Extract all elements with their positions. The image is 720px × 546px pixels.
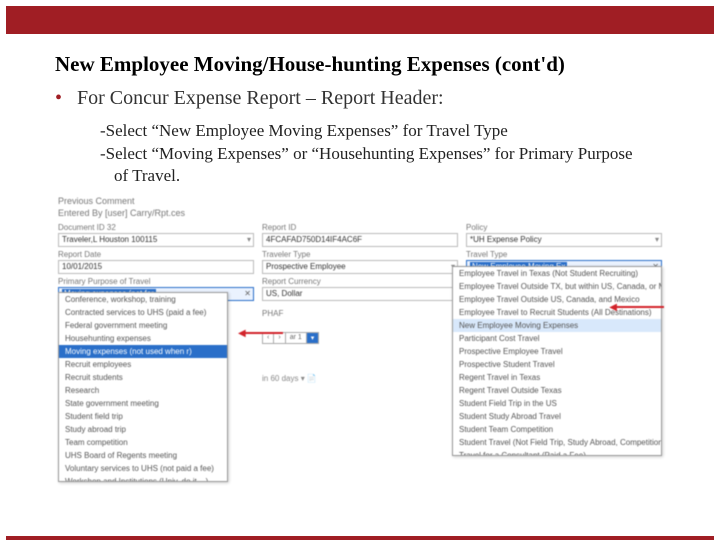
entered-by-label: Entered By [user] Carry/Rpt.ces (58, 208, 662, 218)
doc-id-label: Document ID 32 (58, 223, 254, 232)
purpose-option[interactable]: Househunting expenses (59, 332, 227, 345)
report-date-label: Report Date (58, 250, 254, 259)
phaf-text: PHAF (262, 309, 458, 318)
bullet-dot: • (55, 87, 62, 109)
header-bar (6, 6, 714, 34)
purpose-option[interactable]: Team competition (59, 436, 227, 449)
report-date-field[interactable]: 10/01/2015 (58, 260, 254, 274)
bullet-main: • For Concur Expense Report – Report Hea… (55, 87, 665, 110)
sub-line-2: -Select “Moving Expenses” or “Househunti… (100, 143, 640, 186)
report-currency-label: Report Currency (262, 277, 458, 286)
report-id-label: Report ID (262, 223, 458, 232)
purpose-option[interactable]: Federal government meeting (59, 319, 227, 332)
report-currency-field[interactable]: US, Dollar (262, 287, 458, 301)
purpose-option[interactable]: UHS Board of Regents meeting (59, 449, 227, 462)
travel-type-option[interactable]: Employee Travel Outside US, Canada, and … (453, 293, 661, 306)
purpose-option[interactable]: State government meeting (59, 397, 227, 410)
travel-type-option[interactable]: Employee Travel to Recruit Students (All… (453, 306, 661, 319)
traveler-type-label: Traveler Type (262, 250, 458, 259)
travel-type-option[interactable]: Regent Travel in Texas (453, 371, 661, 384)
purpose-option[interactable]: Conference, workshop, training (59, 293, 227, 306)
travel-type-option[interactable]: Regent Travel Outside Texas (453, 384, 661, 397)
travel-type-option[interactable]: Student Team Competition (453, 423, 661, 436)
purpose-option[interactable]: Recruit employees (59, 358, 227, 371)
purpose-option[interactable]: Study abroad trip (59, 423, 227, 436)
travel-type-label: Travel Type (466, 250, 662, 259)
traveler-type-field[interactable]: Prospective Employee▾ (262, 260, 458, 274)
purpose-option[interactable]: Research (59, 384, 227, 397)
purpose-option[interactable]: Workshop and Institutions (Univ. do it .… (59, 475, 227, 482)
policy-label: Policy (466, 223, 662, 232)
prev-comment-label: Previous Comment (58, 196, 662, 206)
travel-type-dropdown[interactable]: Employee Travel in Texas (Not Student Re… (452, 266, 662, 456)
travel-type-option[interactable]: Employee Travel Outside TX, but within U… (453, 280, 661, 293)
travel-type-option[interactable]: Prospective Employee Travel (453, 345, 661, 358)
primary-purpose-label: Primary Purpose of Travel (58, 277, 254, 286)
slide-title: New Employee Moving/House-hunting Expens… (55, 52, 665, 77)
travel-type-option[interactable]: Student Field Trip in the US (453, 397, 661, 410)
doc-id-field[interactable]: Traveler,L Houston 100115▾ (58, 233, 254, 247)
sub-line-1: -Select “New Employee Moving Expenses” f… (100, 120, 640, 141)
purpose-option[interactable]: Voluntary services to UHS (not paid a fe… (59, 462, 227, 475)
concur-screenshot: Previous Comment Entered By [user] Carry… (58, 196, 662, 383)
primary-purpose-dropdown[interactable]: Conference, workshop, training Contracte… (58, 292, 228, 482)
clear-icon[interactable]: ✕ (244, 289, 251, 298)
travel-type-option[interactable]: Student Study Abroad Travel (453, 410, 661, 423)
purpose-option[interactable]: Recruit students (59, 371, 227, 384)
footer-bar (6, 536, 714, 540)
travel-type-option[interactable]: Travel for a Consultant (Paid a Fee) (453, 449, 661, 456)
policy-field[interactable]: *UH Expense Policy▾ (466, 233, 662, 247)
travel-type-option[interactable]: Employee Travel in Texas (Not Student Re… (453, 267, 661, 280)
purpose-option[interactable]: Student field trip (59, 410, 227, 423)
report-id-field[interactable]: 4FCAFAD750D14IF4AC6F (262, 233, 458, 247)
bullet-text: For Concur Expense Report – Report Heade… (77, 87, 444, 109)
travel-type-option[interactable]: Participant Cost Travel (453, 332, 661, 345)
days-text: in 60 days ▾ 📄 (262, 374, 458, 383)
purpose-option[interactable]: Moving expenses (not used when r) (59, 345, 227, 358)
travel-type-option[interactable]: Prospective Student Travel (453, 358, 661, 371)
purpose-option[interactable]: Contracted services to UHS (paid a fee) (59, 306, 227, 319)
segment-control[interactable]: ‹›ar 1▾ (262, 332, 319, 344)
travel-type-option[interactable]: Student Travel (Not Field Trip, Study Ab… (453, 436, 661, 449)
travel-type-option[interactable]: New Employee Moving Expenses (453, 319, 661, 332)
